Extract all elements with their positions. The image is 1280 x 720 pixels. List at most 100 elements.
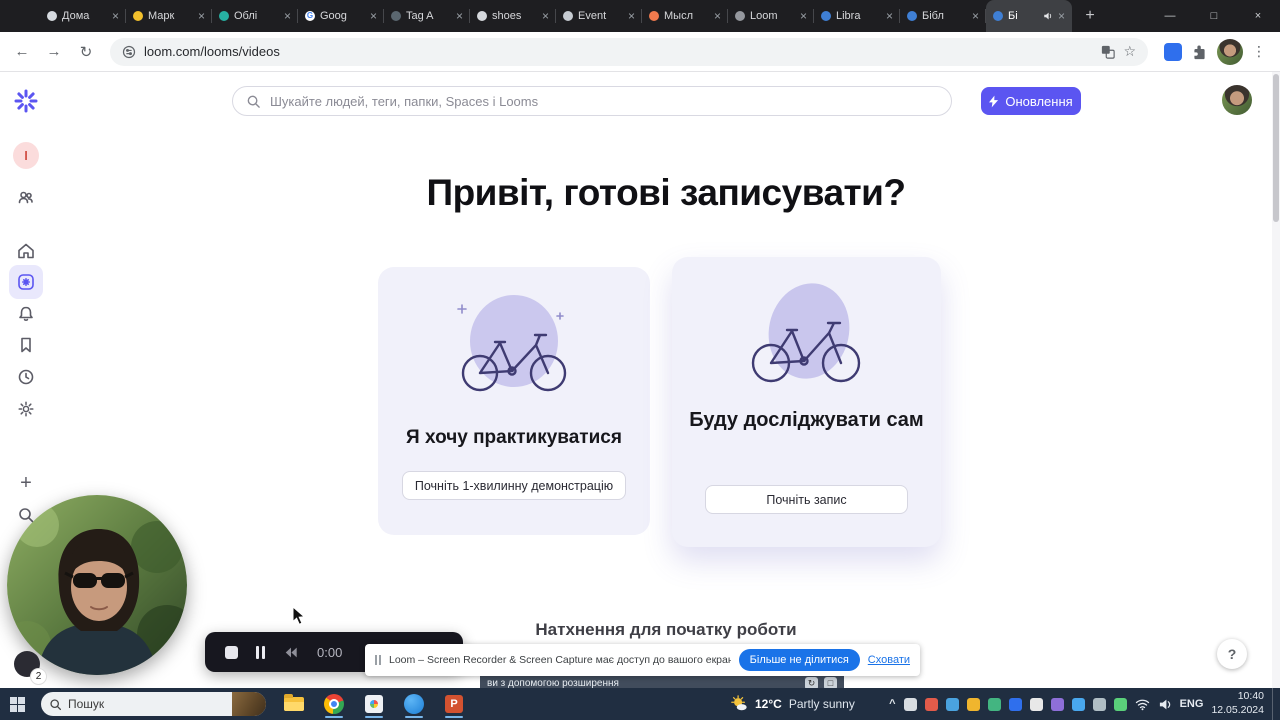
loom-logo-icon[interactable] xyxy=(13,88,39,114)
tray-icon[interactable] xyxy=(1050,697,1064,711)
updates-button[interactable]: Оновлення xyxy=(981,87,1081,115)
browser-tab[interactable]: Libra × xyxy=(814,0,900,32)
tab-close-icon[interactable]: × xyxy=(972,10,979,22)
sidebar-item-members[interactable] xyxy=(13,184,39,210)
tab-close-icon[interactable]: × xyxy=(198,10,205,22)
taskbar-search-box[interactable]: Пошук xyxy=(41,692,266,716)
tray-icon[interactable] xyxy=(1029,697,1043,711)
file-explorer-icon[interactable] xyxy=(282,688,306,720)
sidebar-item-notifications[interactable] xyxy=(13,301,39,327)
browser-toolbar: ← → ↻ loom.com/looms/videos ☆ ⋮ xyxy=(0,32,1280,72)
browser-tab[interactable]: Бібл × xyxy=(900,0,986,32)
sidebar-item-home[interactable] xyxy=(13,238,39,264)
tab-close-icon[interactable]: × xyxy=(370,10,377,22)
search-highlight-image[interactable] xyxy=(232,692,266,716)
start-recording-button[interactable]: Почніть запис xyxy=(705,485,908,514)
tray-chevron-icon[interactable]: ^ xyxy=(889,698,895,710)
chrome-icon[interactable] xyxy=(322,688,346,720)
pause-recording-icon[interactable] xyxy=(256,645,265,659)
url-text[interactable]: loom.com/looms/videos xyxy=(144,44,1093,59)
tab-close-icon[interactable]: × xyxy=(886,10,893,22)
help-button[interactable]: ? xyxy=(1217,639,1247,669)
taskbar-clock[interactable]: 10:40 12.05.2024 xyxy=(1211,690,1264,717)
start-button[interactable] xyxy=(10,696,25,712)
browser-tab[interactable]: Марк × xyxy=(126,0,212,32)
close-button[interactable]: × xyxy=(1236,0,1280,32)
new-tab-button[interactable]: + xyxy=(1078,4,1102,28)
taskbar-search-icon xyxy=(49,698,62,711)
forward-button[interactable]: → xyxy=(40,38,68,66)
wifi-icon[interactable] xyxy=(1135,698,1150,711)
sidebar-item-settings[interactable] xyxy=(13,396,39,422)
explore-card[interactable]: Буду досліджувати сам Почніть запис xyxy=(672,257,941,547)
maximize-button[interactable]: □ xyxy=(1192,0,1236,32)
windows-taskbar: Пошук P 12°C Partly sunny ^ ENG 10:40 12… xyxy=(0,688,1280,720)
tray-icon[interactable] xyxy=(1113,697,1127,711)
site-settings-icon[interactable] xyxy=(122,45,136,59)
tab-close-icon[interactable]: × xyxy=(112,10,119,22)
tray-icon[interactable] xyxy=(945,697,959,711)
browser-tab[interactable]: G Goog × xyxy=(298,0,384,32)
extension-icon[interactable] xyxy=(1164,42,1182,61)
stop-recording-icon[interactable] xyxy=(225,645,238,659)
volume-icon[interactable] xyxy=(1158,698,1172,711)
tab-close-icon[interactable]: × xyxy=(1058,10,1065,22)
minimize-button[interactable]: — xyxy=(1148,0,1192,32)
browser-tab[interactable]: shoes × xyxy=(470,0,556,32)
webcam-preview-bubble[interactable] xyxy=(7,495,187,675)
search-input[interactable] xyxy=(270,93,938,109)
language-indicator[interactable]: ENG xyxy=(1180,698,1204,710)
back-button[interactable]: ← xyxy=(8,38,36,66)
browser-tab[interactable]: Event × xyxy=(556,0,642,32)
browser-tab[interactable]: Tag A × xyxy=(384,0,470,32)
stop-sharing-button[interactable]: Більше не ділитися xyxy=(738,649,860,671)
powerpoint-icon[interactable]: P xyxy=(442,688,466,720)
browser-tab[interactable]: Облі × xyxy=(212,0,298,32)
photos-app-icon[interactable] xyxy=(362,688,386,720)
tab-close-icon[interactable]: × xyxy=(456,10,463,22)
tray-icon[interactable] xyxy=(1092,697,1106,711)
browser-profile-avatar[interactable] xyxy=(1217,38,1243,65)
tray-icon[interactable] xyxy=(966,697,980,711)
browser-tab[interactable]: Loom × xyxy=(728,0,814,32)
reload-button[interactable]: ↻ xyxy=(72,38,100,66)
sidebar-item-videos[interactable] xyxy=(9,265,43,299)
address-bar[interactable]: loom.com/looms/videos ☆ xyxy=(110,37,1148,66)
tab-close-icon[interactable]: × xyxy=(714,10,721,22)
hide-notification-link[interactable]: Сховати xyxy=(868,654,910,666)
scrollbar-thumb[interactable] xyxy=(1273,74,1279,222)
tab-close-icon[interactable]: × xyxy=(628,10,635,22)
sidebar-item-history[interactable] xyxy=(13,364,39,390)
sidebar-workspace-avatar[interactable]: I xyxy=(13,141,39,169)
search-icon xyxy=(246,94,261,109)
tray-icon[interactable] xyxy=(1008,697,1022,711)
tab-close-icon[interactable]: × xyxy=(284,10,291,22)
bookmark-star-icon[interactable]: ☆ xyxy=(1123,43,1136,60)
browser-tab[interactable]: Мысл × xyxy=(642,0,728,32)
start-demo-button[interactable]: Почніть 1-хвилинну демонстрацію xyxy=(402,471,626,500)
taskbar-weather-widget[interactable]: 12°C Partly sunny xyxy=(730,688,855,720)
tray-icon[interactable] xyxy=(924,697,938,711)
blue-app-icon[interactable] xyxy=(402,688,426,720)
browser-tab-active[interactable]: Бі × xyxy=(986,0,1072,32)
extensions-puzzle-icon[interactable] xyxy=(1191,43,1208,60)
explore-card-title: Буду досліджувати сам xyxy=(689,409,924,431)
tab-close-icon[interactable]: × xyxy=(542,10,549,22)
tray-icon[interactable] xyxy=(1071,697,1085,711)
tab-close-icon[interactable]: × xyxy=(800,10,807,22)
restart-recording-icon[interactable] xyxy=(283,646,299,659)
sidebar-item-bookmarks[interactable] xyxy=(13,332,39,358)
loom-search-bar[interactable] xyxy=(232,86,952,116)
show-desktop-button[interactable] xyxy=(1272,688,1276,720)
loom-profile-avatar[interactable] xyxy=(1222,85,1252,115)
browser-menu-icon[interactable]: ⋮ xyxy=(1252,43,1266,60)
tray-icon[interactable] xyxy=(987,697,1001,711)
sidebar-add-button[interactable]: + xyxy=(13,470,39,496)
tab-label: Марк xyxy=(148,10,175,22)
tab-audio-icon[interactable] xyxy=(1043,11,1053,21)
tray-icon[interactable] xyxy=(903,697,917,711)
browser-tab[interactable]: Дома × xyxy=(40,0,126,32)
practice-card[interactable]: Я хочу практикуватися Почніть 1-хвилинну… xyxy=(378,267,650,535)
tab-label: Tag A xyxy=(406,10,434,22)
translate-icon[interactable] xyxy=(1101,45,1116,59)
